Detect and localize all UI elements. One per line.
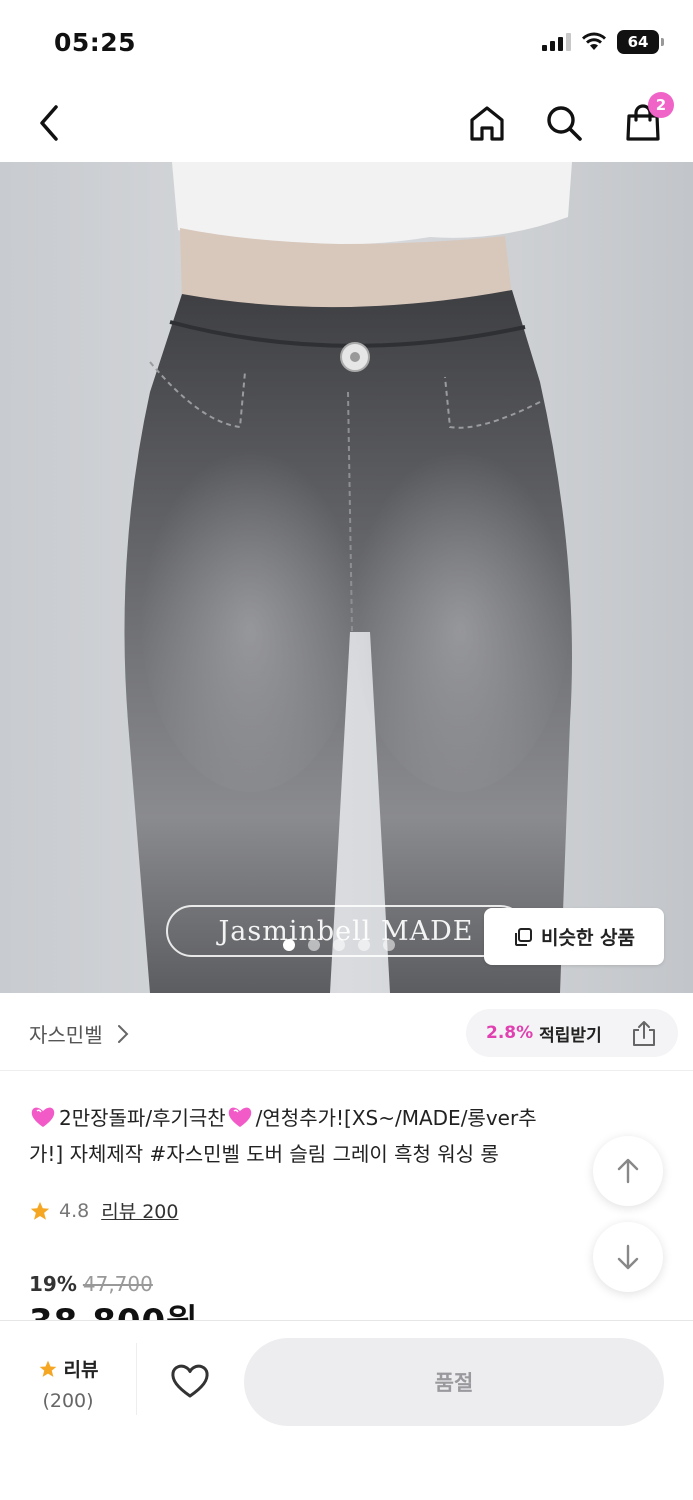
carousel-dot[interactable]	[283, 939, 295, 951]
review-link[interactable]: 리뷰 200	[101, 1197, 178, 1224]
home-icon	[470, 106, 504, 141]
scroll-bottom-button[interactable]	[593, 1222, 663, 1292]
carousel-dot[interactable]	[333, 939, 345, 951]
brand-name: 자스민벨	[29, 1023, 103, 1047]
status-icons: 64	[541, 30, 664, 54]
carousel-dot[interactable]	[383, 939, 395, 951]
signal-icon	[542, 33, 571, 51]
product-photo	[0, 162, 693, 993]
top-nav: 2	[0, 82, 693, 162]
chevron-left-icon	[40, 105, 58, 141]
similar-products-label: 비슷한 상품	[540, 927, 635, 949]
pink-heart-icon	[228, 1107, 251, 1127]
review-summary-button[interactable]: 리뷰 (200)	[28, 1355, 108, 1412]
final-price: 38,800원	[29, 1302, 329, 1320]
search-button[interactable]	[541, 100, 587, 146]
carousel-dots	[283, 939, 395, 951]
arrow-up-icon	[617, 1158, 639, 1184]
chevron-right-icon	[117, 1024, 129, 1043]
copy-icon	[514, 927, 532, 946]
original-price: 47,700	[82, 1272, 153, 1296]
cart-count-badge: 2	[648, 92, 674, 118]
rating-row: 4.8 리뷰 200	[29, 1197, 178, 1224]
home-button[interactable]	[464, 100, 510, 146]
heart-icon	[171, 1364, 209, 1398]
title-part-1: 2만장돌파/후기극찬	[59, 1106, 226, 1130]
title-part-3: 가!] 자체제작 #자스민벨 도버 슬림 그레이 흑청 워싱 롱	[29, 1142, 499, 1166]
arrow-down-icon	[617, 1244, 639, 1270]
review-label: 리뷰	[63, 1359, 99, 1381]
product-title: 2만장돌파/후기극찬 /연청추가![XS~/MADE/롱ver추 가!] 자체제…	[29, 1100, 659, 1172]
pink-heart-icon	[31, 1107, 55, 1127]
star-icon	[39, 1360, 56, 1377]
cart-button[interactable]: 2	[620, 92, 674, 146]
divider	[136, 1343, 137, 1415]
reward-pill[interactable]: 2.8% 적립받기	[466, 1009, 678, 1057]
search-icon	[547, 106, 582, 141]
reward-label: 적립받기	[539, 1025, 602, 1046]
similar-products-button[interactable]: 비슷한 상품	[484, 908, 664, 965]
back-button[interactable]	[26, 100, 72, 146]
final-price-clip: 38,800원	[29, 1302, 329, 1320]
carousel-dot[interactable]	[358, 939, 370, 951]
review-count: (200)	[42, 1390, 94, 1412]
status-bar: 05:25 64	[0, 0, 693, 82]
price-row: 19% 47,700	[29, 1272, 153, 1296]
wishlist-button[interactable]	[164, 1355, 216, 1407]
reward-rate: 2.8%	[486, 1023, 534, 1043]
product-image-carousel[interactable]: Jasminbell MADE 비슷한 상품	[0, 162, 693, 993]
carousel-dot[interactable]	[308, 939, 320, 951]
discount-rate: 19%	[29, 1272, 77, 1296]
share-icon[interactable]	[630, 1020, 658, 1048]
rating-score: 4.8	[59, 1199, 90, 1222]
title-part-2: /연청추가![XS~/MADE/롱ver추	[255, 1106, 537, 1130]
brand-row: 자스민벨 2.8% 적립받기	[0, 993, 693, 1071]
battery-indicator: 64	[617, 30, 664, 54]
brand-link[interactable]: 자스민벨	[29, 1019, 129, 1048]
status-time: 05:25	[54, 28, 137, 57]
bottom-action-bar: 리뷰 (200) 품절	[0, 1320, 693, 1500]
wifi-icon	[582, 32, 606, 50]
soldout-button[interactable]: 품절	[244, 1338, 664, 1426]
star-icon	[30, 1201, 50, 1220]
scroll-top-button[interactable]	[593, 1136, 663, 1206]
